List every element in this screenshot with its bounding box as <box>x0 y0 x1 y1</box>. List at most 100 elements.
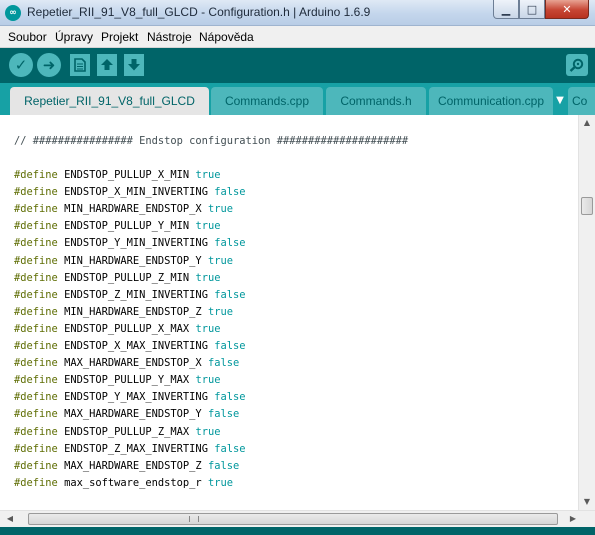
define-value: false <box>207 408 240 421</box>
define-line: #define max_software_endstop_r true <box>14 476 233 491</box>
define-value: true <box>207 476 233 489</box>
define-value: false <box>207 357 240 370</box>
tab-repetier-ino[interactable]: Repetier_RII_91_V8_full_GLCD <box>10 87 209 115</box>
define-line: #define ENDSTOP_Y_MAX_INVERTING false <box>14 390 246 405</box>
define-name: MAX_HARDWARE_ENDSTOP_Z <box>64 459 202 472</box>
tab-communication-cpp[interactable]: Communication.cpp <box>429 87 553 115</box>
horizontal-scrollbar[interactable]: ◀ ▶ <box>0 510 595 527</box>
define-name: MAX_HARDWARE_ENDSTOP_Y <box>64 408 202 421</box>
define-keyword: #define <box>14 305 58 318</box>
define-keyword: #define <box>14 408 58 421</box>
define-value: true <box>195 322 221 335</box>
define-line: #define MIN_HARDWARE_ENDSTOP_Y true <box>14 254 233 269</box>
define-line: #define MAX_HARDWARE_ENDSTOP_Z false <box>14 459 239 474</box>
define-name: ENDSTOP_X_MAX_INVERTING <box>64 340 208 352</box>
scroll-up-icon[interactable]: ▲ <box>579 115 595 131</box>
define-value: true <box>195 169 221 181</box>
magnifier-icon <box>569 58 584 72</box>
arduino-logo-icon: ∞ <box>5 5 21 21</box>
define-name: ENDSTOP_Z_MAX_INVERTING <box>64 442 208 455</box>
define-value: true <box>195 271 221 284</box>
define-name: ENDSTOP_X_MIN_INVERTING <box>64 186 208 199</box>
define-value: false <box>214 288 246 301</box>
menu-soubor[interactable]: Soubor <box>8 30 47 44</box>
define-line: #define ENDSTOP_Z_MIN_INVERTING false <box>14 288 246 303</box>
tab-menu-icon[interactable]: ▼ <box>553 87 567 115</box>
horizontal-scroll-thumb[interactable] <box>28 513 558 525</box>
define-keyword: #define <box>14 254 58 267</box>
define-line: #define MIN_HARDWARE_ENDSTOP_Z true <box>14 305 233 320</box>
define-name: ENDSTOP_PULLUP_X_MAX <box>64 322 190 335</box>
define-line: #define ENDSTOP_Y_MIN_INVERTING false <box>14 236 246 251</box>
code-editor[interactable]: // ################ Endstop configuratio… <box>0 115 578 510</box>
define-name: MIN_HARDWARE_ENDSTOP_X <box>64 203 202 216</box>
down-arrow-icon <box>128 59 140 71</box>
scroll-left-icon[interactable]: ◀ <box>2 511 18 527</box>
scroll-grip-icon <box>189 516 199 522</box>
define-name: ENDSTOP_Y_MIN_INVERTING <box>64 237 208 250</box>
menu-napoveda[interactable]: Nápověda <box>199 30 254 44</box>
verify-button[interactable]: ✓ <box>9 53 33 77</box>
define-keyword: #define <box>14 374 58 387</box>
tab-co[interactable]: Co <box>568 87 595 115</box>
tab-commands-cpp[interactable]: Commands.cpp <box>211 87 323 115</box>
define-line: #define MAX_HARDWARE_ENDSTOP_X false <box>14 356 239 371</box>
toolbar: ✓ ➜ <box>0 48 595 83</box>
define-keyword: #define <box>14 169 58 181</box>
define-keyword: #define <box>14 340 58 352</box>
tab-bar: Repetier_RII_91_V8_full_GLCD Commands.cp… <box>0 83 595 115</box>
save-button[interactable] <box>124 54 144 76</box>
upload-button[interactable]: ➜ <box>37 53 61 77</box>
menu-nastroje[interactable]: Nástroje <box>147 30 192 44</box>
menu-projekt[interactable]: Projekt <box>101 30 138 44</box>
define-value: false <box>207 459 240 472</box>
define-keyword: #define <box>14 391 58 404</box>
define-name: ENDSTOP_Z_MIN_INVERTING <box>64 288 208 301</box>
define-value: true <box>195 220 221 233</box>
define-line: #define ENDSTOP_PULLUP_Y_MIN true <box>14 219 220 234</box>
define-line: #define ENDSTOP_PULLUP_X_MIN true <box>14 168 220 183</box>
serial-monitor-button[interactable] <box>566 54 588 76</box>
window-controls: ▁ □ ✕ <box>493 0 589 20</box>
define-keyword: #define <box>14 357 58 370</box>
window-title: Repetier_RII_91_V8_full_GLCD - Configura… <box>27 5 371 19</box>
define-name: MIN_HARDWARE_ENDSTOP_Z <box>64 305 202 318</box>
menu-upravy[interactable]: Úpravy <box>55 30 93 44</box>
scroll-right-icon[interactable]: ▶ <box>565 511 581 527</box>
define-line: #define ENDSTOP_PULLUP_Z_MIN true <box>14 271 220 286</box>
open-button[interactable] <box>97 54 117 76</box>
new-sketch-button[interactable] <box>70 54 90 76</box>
define-name: ENDSTOP_PULLUP_Y_MAX <box>64 374 190 387</box>
define-name: ENDSTOP_Y_MAX_INVERTING <box>64 391 208 404</box>
define-value: false <box>214 186 246 199</box>
maximize-button[interactable]: □ <box>519 0 545 19</box>
define-name: MIN_HARDWARE_ENDSTOP_Y <box>64 254 202 267</box>
define-value: true <box>207 305 233 318</box>
define-keyword: #define <box>14 442 58 455</box>
define-line: #define ENDSTOP_Z_MAX_INVERTING false <box>14 442 246 457</box>
define-keyword: #define <box>14 237 58 250</box>
define-keyword: #define <box>14 186 58 199</box>
new-file-icon <box>74 58 86 72</box>
define-value: true <box>207 203 233 216</box>
menu-bar: Soubor Úpravy Projekt Nástroje Nápověda <box>0 26 595 48</box>
define-name: ENDSTOP_PULLUP_X_MIN <box>64 169 190 181</box>
define-name: ENDSTOP_PULLUP_Z_MAX <box>64 425 190 438</box>
tab-commands-h[interactable]: Commands.h <box>326 87 426 115</box>
define-keyword: #define <box>14 271 58 284</box>
define-line: #define MIN_HARDWARE_ENDSTOP_X true <box>14 202 233 217</box>
define-line: #define ENDSTOP_PULLUP_Z_MAX true <box>14 425 220 440</box>
minimize-button[interactable]: ▁ <box>493 0 519 19</box>
vertical-scroll-thumb[interactable] <box>581 197 593 215</box>
define-line: #define MAX_HARDWARE_ENDSTOP_Y false <box>14 407 239 422</box>
define-value: true <box>195 374 221 387</box>
close-button[interactable]: ✕ <box>545 0 589 19</box>
define-value: false <box>214 442 246 455</box>
scroll-down-icon[interactable]: ▼ <box>579 494 595 510</box>
vertical-scrollbar[interactable]: ▲ ▼ <box>578 115 595 510</box>
define-name: ENDSTOP_PULLUP_Z_MIN <box>64 271 190 284</box>
status-bar <box>0 527 595 535</box>
define-value: false <box>214 340 246 352</box>
define-value: true <box>207 254 233 267</box>
define-keyword: #define <box>14 459 58 472</box>
